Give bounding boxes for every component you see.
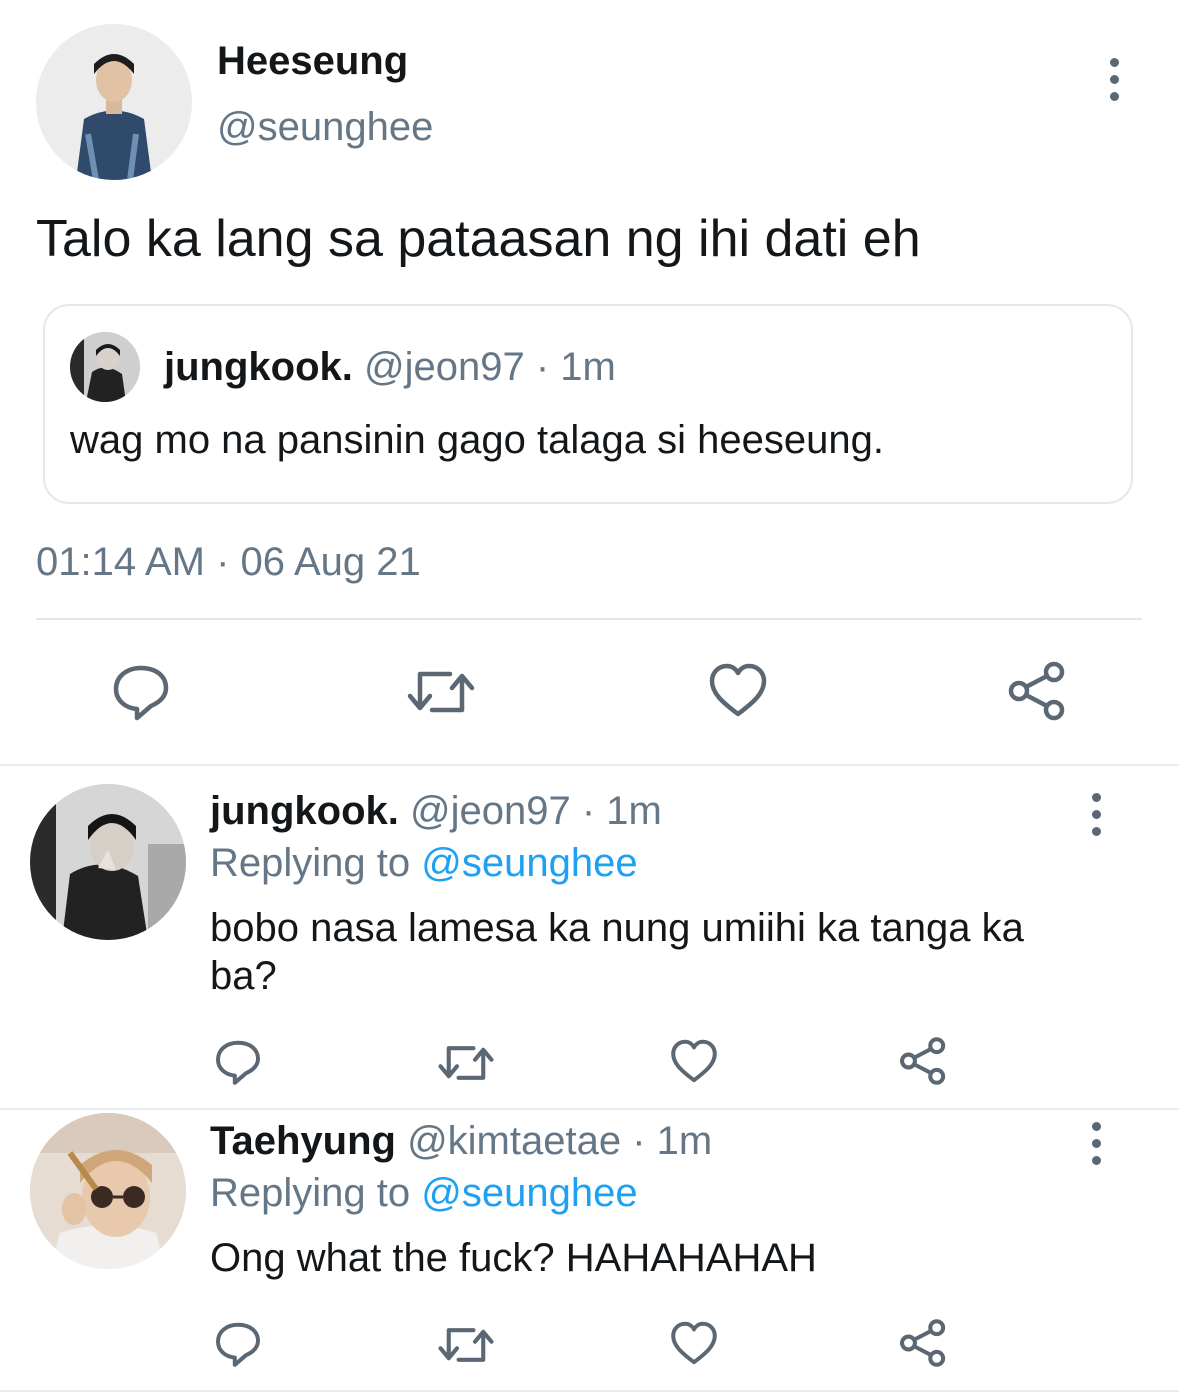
- reply-button[interactable]: [111, 662, 171, 722]
- replying-to-handle[interactable]: @seunghee: [421, 1171, 637, 1215]
- reply-text: Ong what the fuck? HAHAHAHAH: [210, 1236, 817, 1280]
- like-button[interactable]: [708, 662, 768, 718]
- replying-to-handle[interactable]: @seunghee: [421, 841, 637, 885]
- share-button[interactable]: [1006, 660, 1068, 722]
- heeseung-avatar[interactable]: [36, 24, 192, 180]
- user-handle[interactable]: @seunghee: [217, 104, 433, 150]
- tweet-text: Talo ka lang sa pataasan ng ihi dati eh: [36, 210, 921, 268]
- reply-icon: [216, 1040, 260, 1085]
- reply-time: · 1m: [581, 789, 662, 833]
- more-options-icon[interactable]: [1092, 793, 1102, 844]
- share-icon: [900, 1319, 946, 1367]
- replying-to-label: Replying to: [210, 1171, 411, 1215]
- reply-avatar[interactable]: [30, 784, 186, 940]
- section-divider: [0, 1390, 1179, 1392]
- reply-avatar[interactable]: [30, 1113, 186, 1269]
- more-options-icon[interactable]: [1092, 1122, 1102, 1173]
- like-button[interactable]: [670, 1038, 718, 1084]
- retweet-icon: [407, 671, 475, 713]
- like-icon: [671, 1321, 717, 1365]
- retweet-icon: [438, 1046, 494, 1080]
- like-icon: [709, 663, 767, 717]
- like-button[interactable]: [670, 1320, 718, 1366]
- share-button[interactable]: [898, 1318, 948, 1368]
- reply-handle[interactable]: @jeon97: [410, 789, 571, 833]
- quoted-tweet-card[interactable]: [43, 304, 1133, 504]
- tweet-timestamp[interactable]: 01:14 AM · 06 Aug 21: [36, 538, 421, 586]
- reply-button[interactable]: [214, 1038, 262, 1086]
- retweet-button[interactable]: [437, 1322, 495, 1368]
- reply-display-name[interactable]: Taehyung: [210, 1119, 396, 1163]
- quoted-text: wag mo na pansinin gago talaga si heeseu…: [70, 418, 884, 462]
- section-divider: [0, 764, 1179, 766]
- retweet-button[interactable]: [406, 664, 476, 720]
- divider: [36, 618, 1142, 620]
- quoted-handle[interactable]: @jeon97: [364, 345, 525, 389]
- share-button[interactable]: [898, 1036, 948, 1086]
- retweet-button[interactable]: [437, 1040, 495, 1086]
- quoted-avatar[interactable]: [70, 332, 140, 402]
- replying-to-label: Replying to: [210, 841, 411, 885]
- quoted-time: · 1m: [535, 345, 616, 389]
- reply-time: · 1m: [632, 1119, 713, 1163]
- reply-display-name[interactable]: jungkook.: [210, 789, 399, 833]
- retweet-icon: [438, 1328, 494, 1362]
- share-icon: [1008, 661, 1065, 721]
- section-divider: [0, 1108, 1179, 1110]
- reply-icon: [216, 1322, 260, 1367]
- like-icon: [671, 1039, 717, 1083]
- reply-button[interactable]: [214, 1320, 262, 1368]
- quoted-display-name[interactable]: jungkook.: [164, 345, 353, 389]
- reply-handle[interactable]: @kimtaetae: [407, 1119, 621, 1163]
- share-icon: [900, 1037, 946, 1085]
- reply-icon: [113, 665, 169, 721]
- reply-text: bobo nasa lamesa ka nung umiihi ka tanga…: [210, 906, 1024, 998]
- display-name[interactable]: Heeseung: [217, 38, 408, 84]
- more-options-icon[interactable]: [1110, 58, 1120, 109]
